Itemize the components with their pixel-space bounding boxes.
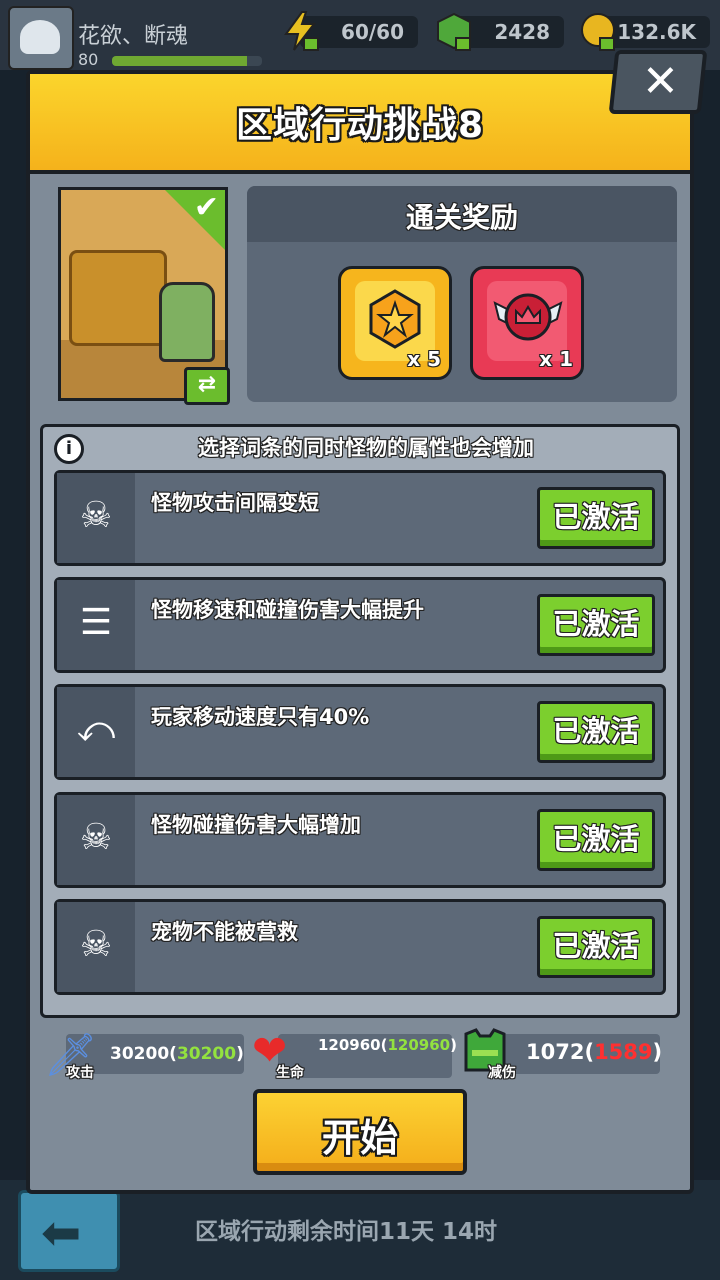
player-name: 花欲、断魂 (78, 24, 189, 49)
player-level: 80 (78, 50, 99, 69)
attack-value: 30200 (110, 1044, 170, 1064)
condition-row: ☠ 宠物不能被营救 已激活 (54, 899, 666, 995)
back-button[interactable]: ⬅ (18, 1190, 120, 1272)
modal-title: 区域行动挑战8 (235, 105, 485, 146)
defense-label: 减伤 (488, 1065, 516, 1081)
condition-text: 怪物移速和碰撞伤害大幅提升 (151, 598, 424, 622)
winged-crown-badge-icon (493, 293, 563, 341)
modal-header: 区域行动挑战8 (30, 74, 690, 174)
condition-icon-box: ☰ (57, 580, 135, 670)
condition-icon-box: ☠ (57, 795, 135, 885)
info-icon[interactable]: i (54, 434, 84, 464)
activated-button[interactable]: 已激活 (537, 701, 655, 763)
activated-button[interactable]: 已激活 (537, 594, 655, 656)
checkmark-icon: ✔ (193, 190, 219, 225)
green-gem-icon (434, 10, 474, 52)
player-avatar[interactable] (8, 6, 74, 70)
zombie-character-icon (159, 282, 215, 362)
condition-text: 宠物不能被营救 (151, 920, 298, 944)
treasure-chest-icon (69, 250, 167, 346)
reward-header: 通关奖励 (247, 186, 677, 242)
monster-mask-icon: ☠ (79, 924, 113, 965)
monster-mask-icon: ☠ (79, 817, 113, 858)
remaining-time: 区域行动剩余时间11天 14时 (195, 1219, 498, 1245)
condition-icon-box: ☠ (57, 473, 135, 563)
activated-button[interactable]: 已激活 (537, 487, 655, 549)
swap-stage-button[interactable]: ⇄ (184, 367, 230, 405)
refresh-icon: ⇄ (197, 372, 217, 397)
top-bar: 花欲、断魂 80 60/60 2428 132.6K (0, 0, 720, 70)
condition-row: ☠ 怪物碰撞伤害大幅增加 已激活 (54, 792, 666, 888)
reward-panel: 通关奖励 (247, 186, 677, 402)
gem-value: 2428 (494, 20, 550, 44)
condition-row: ☠ 怪物攻击间隔变短 已激活 (54, 470, 666, 566)
reward-title: 通关奖励 (405, 201, 518, 234)
condition-row: ☰ 怪物移速和碰撞伤害大幅提升 已激活 (54, 577, 666, 673)
slow-arrow-icon: ⤺ (76, 709, 116, 750)
condition-icon-box: ☠ (57, 902, 135, 992)
hp-value: 120960 (318, 1036, 381, 1054)
close-button[interactable]: ✕ (608, 50, 708, 114)
close-icon: ✕ (642, 56, 679, 107)
lightning-icon (280, 10, 320, 52)
star-hexagon-icon (369, 289, 421, 349)
hp-values: 120960(120960) (318, 1036, 457, 1054)
energy-value: 60/60 (341, 20, 404, 44)
hp-bonus: 120960 (387, 1036, 451, 1054)
defense-values: 1072(1589) (526, 1040, 663, 1064)
start-button[interactable]: 开始 (253, 1089, 467, 1175)
attack-bonus: 30200 (176, 1044, 237, 1064)
condition-text: 玩家移动速度只有40% (151, 705, 370, 729)
condition-text: 怪物攻击间隔变短 (151, 491, 319, 515)
fast-ghost-icon: ☰ (79, 602, 113, 643)
gold-value: 132.6K (617, 20, 696, 44)
start-label: 开始 (321, 1116, 398, 1160)
gold-coin-icon (578, 10, 618, 52)
condition-icon-box: ⤺ (57, 687, 135, 777)
condition-text: 怪物碰撞伤害大幅增加 (151, 813, 361, 837)
monster-mask-icon: ☠ (79, 495, 113, 536)
reward-qty: x 1 (539, 347, 573, 371)
hp-stat: 120960(120960) (278, 1034, 457, 1078)
conditions-hint: 选择词条的同时怪物的属性也会增加 (198, 436, 534, 460)
defense-value: 1072 (526, 1040, 585, 1064)
reward-item-star[interactable]: x 5 (338, 266, 452, 380)
condition-row: ⤺ 玩家移动速度只有40% 已激活 (54, 684, 666, 780)
defense-bonus: 1589 (594, 1040, 653, 1064)
attack-label: 攻击 (66, 1065, 94, 1081)
activated-button[interactable]: 已激活 (537, 916, 655, 978)
reward-qty: x 5 (407, 347, 441, 371)
reward-item-badge[interactable]: x 1 (470, 266, 584, 380)
xp-bar (112, 56, 262, 66)
activated-button[interactable]: 已激活 (537, 809, 655, 871)
hp-label: 生命 (276, 1065, 304, 1081)
attack-values: 30200(30200) (110, 1044, 244, 1064)
back-arrow-icon: ⬅ (41, 1205, 82, 1261)
